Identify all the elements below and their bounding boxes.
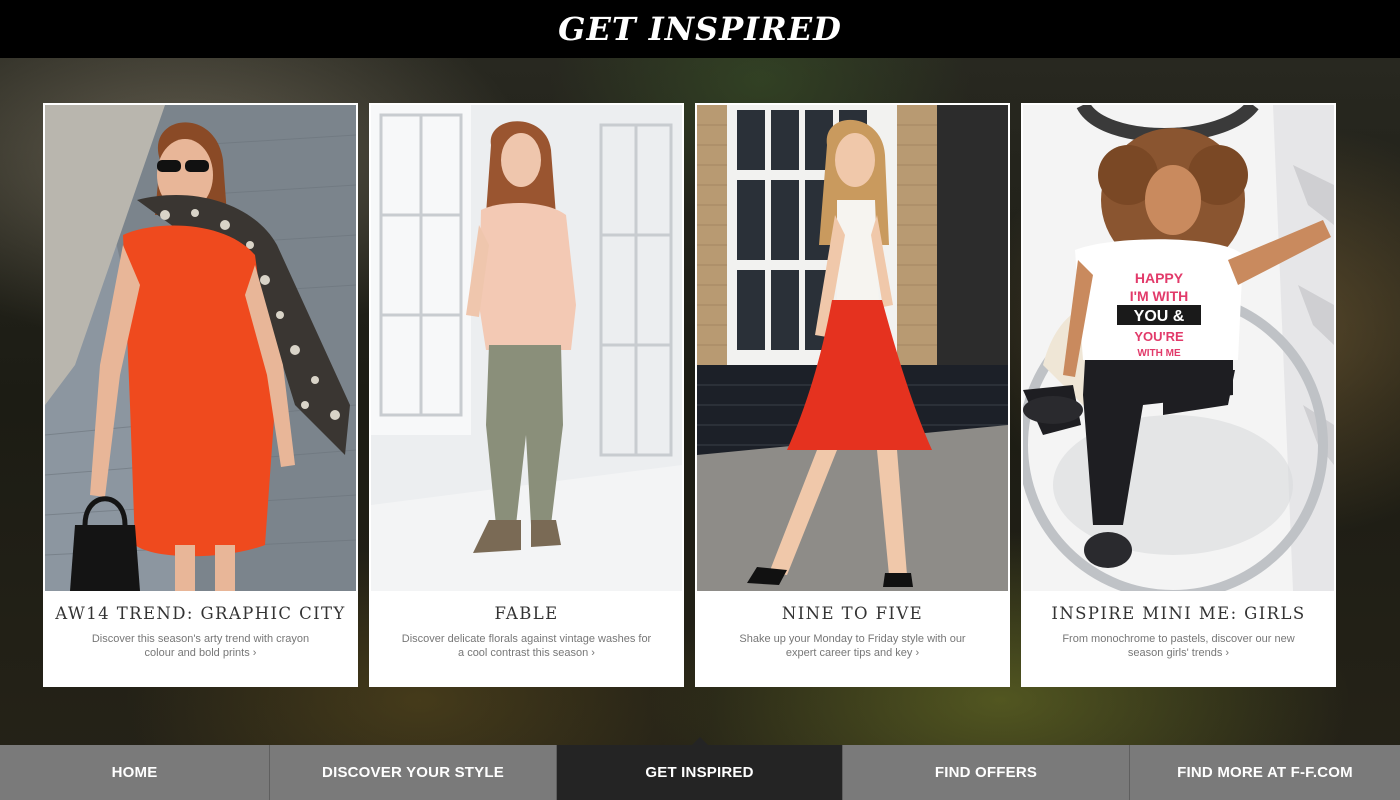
card-text: AW14 TREND: GRAPHIC CITY Discover this s… — [45, 591, 356, 685]
card-graphic-city[interactable]: AW14 TREND: GRAPHIC CITY Discover this s… — [43, 103, 358, 687]
photo-girl-acrylic-chair: HAPPY I'M WITH YOU & YOU'RE WITH ME — [1023, 105, 1334, 591]
nav-label[interactable]: GET INSPIRED — [645, 764, 753, 781]
card-description[interactable]: From monochrome to pastels, discover our… — [1054, 632, 1304, 660]
card-text: FABLE Discover delicate florals against … — [371, 591, 682, 685]
card-image-nine-to-five[interactable] — [697, 105, 1008, 591]
card-image-inspire-mini-me[interactable]: HAPPY I'M WITH YOU & YOU'RE WITH ME — [1023, 105, 1334, 591]
card-title[interactable]: INSPIRE MINI ME: GIRLS — [1051, 604, 1305, 623]
nav-item-find-offers[interactable]: FIND OFFERS — [843, 745, 1130, 800]
shirt-text: I'M WITH — [1130, 288, 1189, 304]
card-description[interactable]: Shake up your Monday to Friday style wit… — [728, 632, 978, 660]
card-description[interactable]: Discover this season's arty trend with c… — [76, 632, 326, 660]
shirt-text: WITH ME — [1137, 348, 1181, 359]
nav-item-discover-your-style[interactable]: DISCOVER YOUR STYLE — [270, 745, 557, 800]
photo-woman-red-skirt — [697, 105, 1008, 591]
card-text: INSPIRE MINI ME: GIRLS From monochrome t… — [1023, 591, 1334, 685]
card-nine-to-five[interactable]: NINE TO FIVE Shake up your Monday to Fri… — [695, 103, 1010, 687]
card-description[interactable]: Discover delicate florals against vintag… — [402, 632, 652, 660]
card-title[interactable]: NINE TO FIVE — [782, 604, 923, 623]
page-header: GET INSPIRED — [0, 0, 1400, 58]
nav-label[interactable]: FIND OFFERS — [935, 764, 1037, 781]
card-fable[interactable]: FABLE Discover delicate florals against … — [369, 103, 684, 687]
card-text: NINE TO FIVE Shake up your Monday to Fri… — [697, 591, 1008, 685]
card-image-graphic-city[interactable] — [45, 105, 356, 591]
inspiration-cards: AW14 TREND: GRAPHIC CITY Discover this s… — [43, 103, 1336, 687]
active-indicator-caret — [691, 737, 708, 745]
shirt-text: YOU'RE — [1134, 329, 1184, 344]
card-image-fable[interactable] — [371, 105, 682, 591]
nav-label[interactable]: FIND MORE AT F-F.COM — [1177, 764, 1353, 781]
bottom-nav: HOME DISCOVER YOUR STYLE GET INSPIRED FI… — [0, 737, 1400, 800]
card-title[interactable]: FABLE — [494, 604, 558, 623]
nav-item-home[interactable]: HOME — [0, 745, 270, 800]
photo-girl-peach-top — [371, 105, 682, 591]
card-inspire-mini-me[interactable]: HAPPY I'M WITH YOU & YOU'RE WITH ME INSP… — [1021, 103, 1336, 687]
page-title: GET INSPIRED — [558, 10, 842, 48]
photo-woman-orange-dress — [45, 105, 356, 591]
shirt-text: YOU & — [1134, 308, 1185, 325]
shirt-text: HAPPY — [1135, 270, 1184, 286]
nav-item-get-inspired[interactable]: GET INSPIRED — [557, 737, 843, 800]
nav-label[interactable]: DISCOVER YOUR STYLE — [322, 764, 504, 781]
card-title[interactable]: AW14 TREND: GRAPHIC CITY — [55, 604, 345, 623]
nav-item-find-more[interactable]: FIND MORE AT F-F.COM — [1130, 745, 1400, 800]
nav-label[interactable]: HOME — [112, 764, 158, 781]
